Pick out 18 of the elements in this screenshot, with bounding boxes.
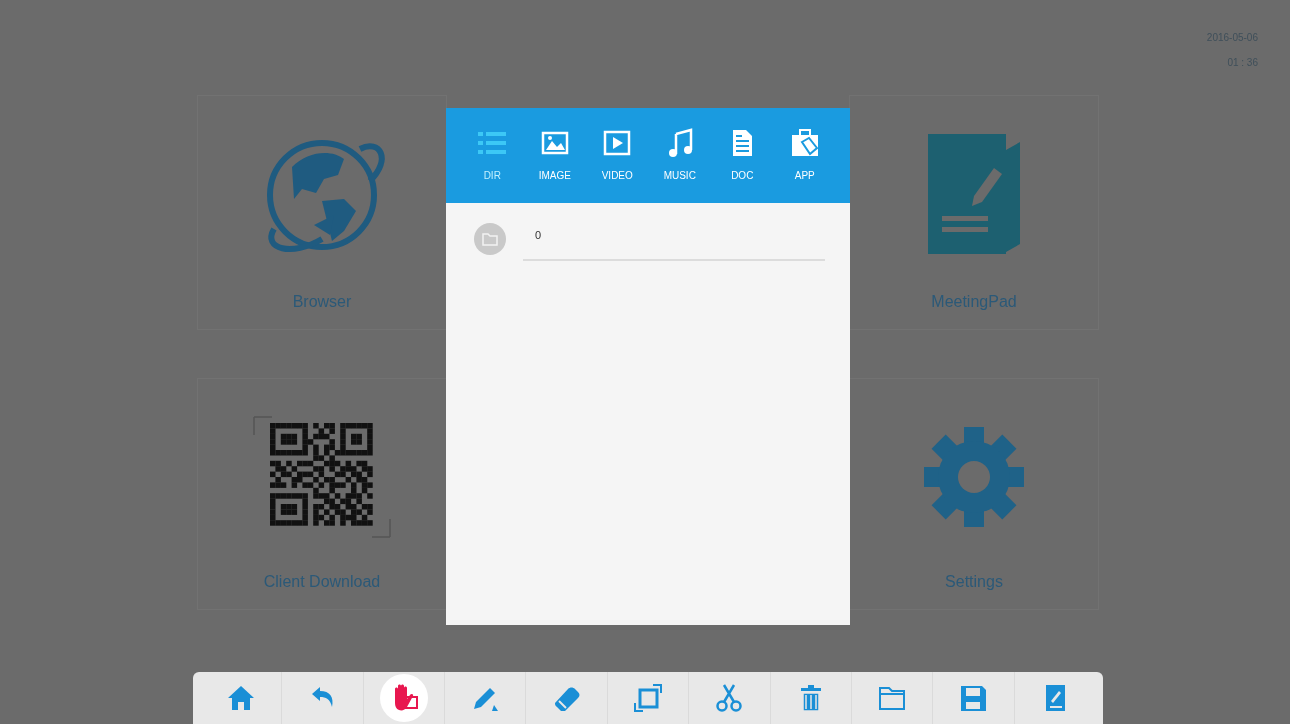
file-type-tab[interactable]: VIDEO — [586, 128, 649, 203]
file-type-tab[interactable]: DIR — [461, 128, 524, 203]
app-label: MeetingPad — [931, 293, 1017, 311]
app-label: Settings — [945, 573, 1003, 591]
resize-icon — [632, 683, 663, 713]
file-type-tab[interactable]: DOC — [711, 128, 774, 203]
app-label: Browser — [292, 293, 352, 311]
file-type-tab[interactable]: MUSIC — [648, 128, 711, 203]
gear-icon — [922, 425, 1026, 529]
folder-row[interactable]: 0 — [474, 217, 825, 261]
file-type-tab[interactable]: IMAGE — [523, 128, 586, 203]
folder-icon — [474, 223, 506, 255]
play-icon — [602, 128, 633, 158]
scissors-icon — [714, 683, 745, 713]
app-icon — [789, 128, 820, 158]
file-type-tab[interactable]: APP — [773, 128, 836, 203]
hand-tool-button[interactable] — [379, 674, 428, 722]
app-label: Client Download — [263, 573, 381, 591]
